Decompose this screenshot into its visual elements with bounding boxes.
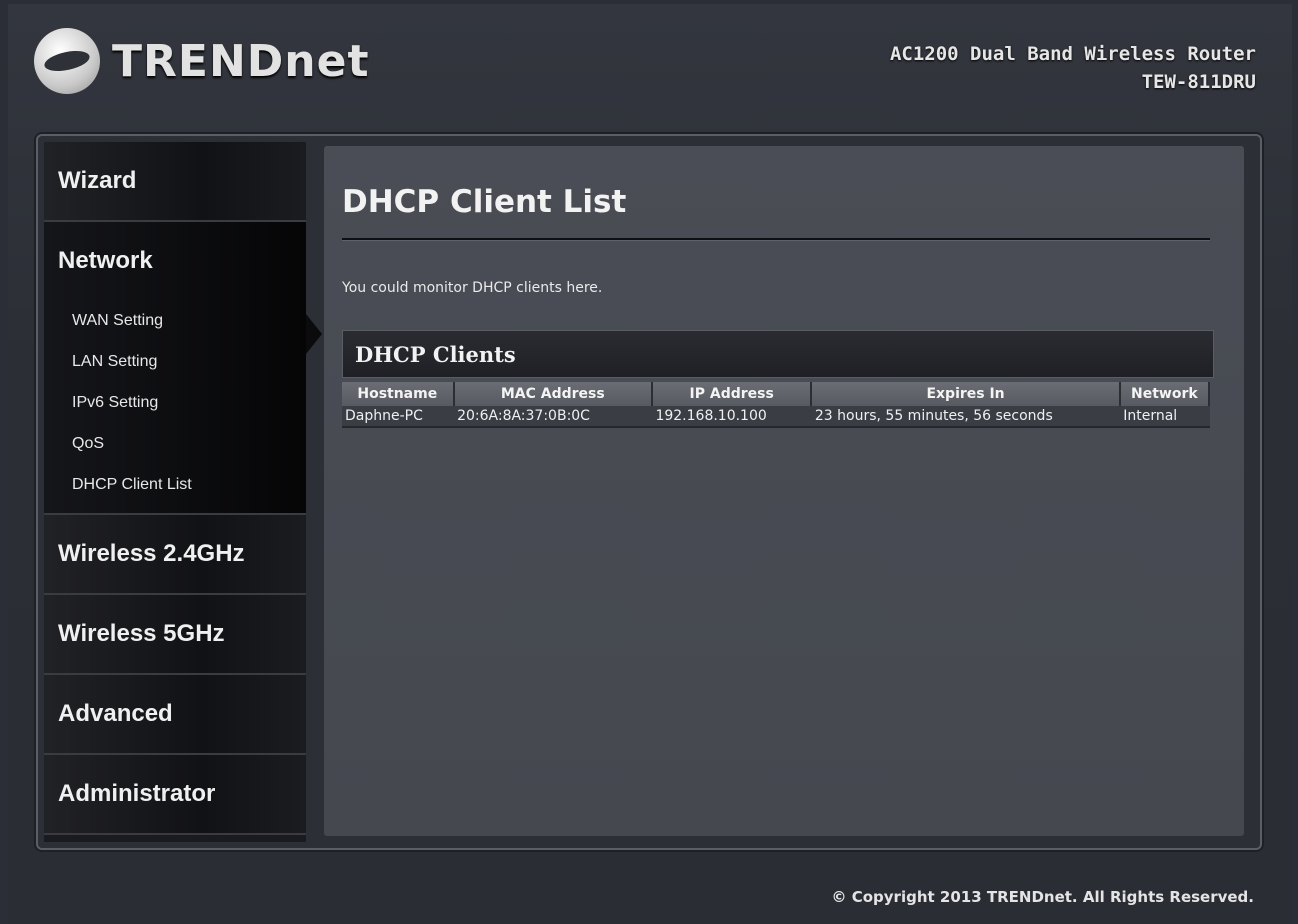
product-name: AC1200 Dual Band Wireless Router bbox=[889, 43, 1256, 65]
dhcp-clients-section: DHCP Clients Hostname MAC Address IP Add… bbox=[342, 330, 1214, 428]
content-panel: DHCP Client List You could monitor DHCP … bbox=[324, 146, 1244, 836]
column-mac-address: MAC Address bbox=[453, 382, 653, 406]
cell-hostname: Daphne-PC bbox=[342, 406, 455, 427]
sidebar-item-ipv6-setting[interactable]: IPv6 Setting bbox=[44, 382, 306, 423]
sidebar-item-dhcp-client-list[interactable]: DHCP Client List bbox=[44, 464, 306, 505]
column-network: Network bbox=[1119, 382, 1211, 406]
nav-wireless-24ghz[interactable]: Wireless 2.4GHz bbox=[44, 515, 306, 595]
sidebar-item-lan-setting[interactable]: LAN Setting bbox=[44, 341, 306, 382]
page-description: You could monitor DHCP clients here. bbox=[342, 280, 603, 296]
page: TRENDnet AC1200 Dual Band Wireless Route… bbox=[8, 4, 1292, 924]
product-info: AC1200 Dual Band Wireless Router TEW-811… bbox=[890, 40, 1256, 96]
sidebar-item-qos[interactable]: QoS bbox=[44, 423, 306, 464]
product-model: TEW-811DRU bbox=[1141, 71, 1256, 93]
page-title: DHCP Client List bbox=[342, 184, 627, 220]
nav-administrator[interactable]: Administrator bbox=[44, 755, 306, 835]
main-frame: Wizard Network WAN Setting LAN Setting I… bbox=[36, 134, 1262, 850]
brand-name: TRENDnet bbox=[112, 35, 370, 87]
title-divider bbox=[342, 238, 1210, 241]
cell-expires-in: 23 hours, 55 minutes, 56 seconds bbox=[811, 406, 1121, 427]
dhcp-clients-table: Hostname MAC Address IP Address Expires … bbox=[342, 382, 1211, 428]
column-hostname: Hostname bbox=[342, 382, 455, 406]
network-submenu: WAN Setting LAN Setting IPv6 Setting QoS… bbox=[44, 300, 306, 513]
cell-ip-address: 192.168.10.100 bbox=[651, 406, 812, 427]
nav-group-network: Network WAN Setting LAN Setting IPv6 Set… bbox=[44, 222, 322, 515]
nav-wireless-5ghz[interactable]: Wireless 5GHz bbox=[44, 595, 306, 675]
trendnet-logo: TRENDnet bbox=[34, 26, 370, 96]
sidebar-item-wan-setting[interactable]: WAN Setting bbox=[44, 300, 306, 341]
column-ip-address: IP Address bbox=[651, 382, 813, 406]
trendnet-logo-icon bbox=[34, 28, 100, 94]
cell-network: Internal bbox=[1119, 406, 1210, 427]
nav-network[interactable]: Network bbox=[44, 222, 306, 300]
cell-mac-address: 20:6A:8A:37:0B:0C bbox=[453, 406, 653, 427]
nav-advanced[interactable]: Advanced bbox=[44, 675, 306, 755]
nav-wizard[interactable]: Wizard bbox=[44, 142, 306, 222]
table-row: Daphne-PC 20:6A:8A:37:0B:0C 192.168.10.1… bbox=[342, 406, 1210, 427]
copyright-footer: © Copyright 2013 TRENDnet. All Rights Re… bbox=[831, 888, 1255, 906]
dhcp-clients-heading: DHCP Clients bbox=[342, 330, 1214, 378]
column-expires-in: Expires In bbox=[811, 382, 1121, 406]
sidebar: Wizard Network WAN Setting LAN Setting I… bbox=[44, 142, 322, 842]
table-header-row: Hostname MAC Address IP Address Expires … bbox=[342, 382, 1211, 406]
